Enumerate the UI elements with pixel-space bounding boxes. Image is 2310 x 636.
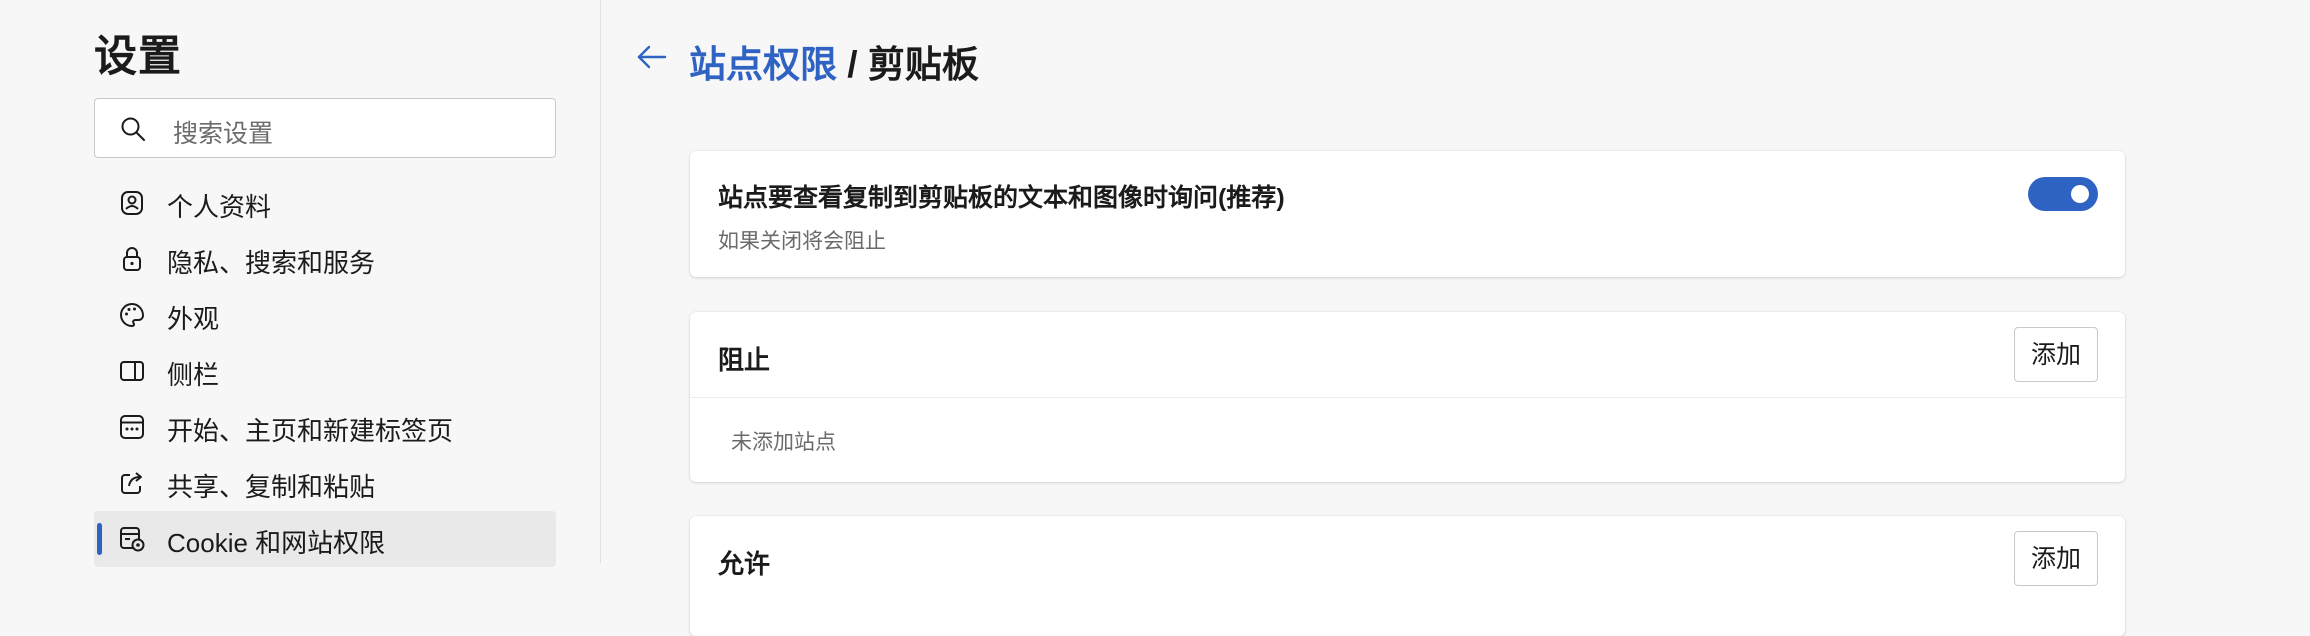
sidebar-item-sidebar[interactable]: 侧栏	[94, 343, 556, 399]
block-list-header: 阻止 添加	[690, 312, 2125, 398]
sidebar-item-label: Cookie 和网站权限	[167, 528, 386, 558]
main-content: 站点权限 / 剪贴板 站点要查看复制到剪贴板的文本和图像时询问(推荐) 如果关闭…	[601, 0, 2310, 636]
sidebar-item-label: 侧栏	[167, 360, 220, 390]
sidebar-item-privacy[interactable]: 隐私、搜索和服务	[94, 231, 556, 287]
breadcrumb-separator: /	[837, 44, 868, 85]
settings-sidebar: 设置 搜索设置 个人资料 隐私、搜索和服务 外观 侧栏 开始、主页和新建标签页 …	[0, 0, 601, 567]
sidebar-item-label: 隐私、搜索和服务	[167, 248, 376, 278]
sidebar-item-start-page[interactable]: 开始、主页和新建标签页	[94, 399, 556, 455]
block-empty-text: 未添加站点	[731, 431, 836, 454]
profile-icon	[121, 191, 143, 215]
search-icon	[121, 117, 145, 141]
block-section-title: 阻止	[718, 345, 771, 375]
allow-list-card: 允许 添加	[690, 516, 2125, 636]
breadcrumb: 站点权限 / 剪贴板	[689, 34, 979, 88]
sidebar-title: 设置	[94, 33, 182, 81]
settings-nav: 个人资料 隐私、搜索和服务 外观 侧栏 开始、主页和新建标签页 共享、复制和粘贴…	[94, 175, 556, 567]
toggle-knob	[2071, 185, 2089, 203]
sidebar-item-cookies-site-permissions[interactable]: Cookie 和网站权限	[94, 511, 556, 567]
site-permissions-icon	[120, 527, 145, 552]
search-input[interactable]: 搜索设置	[94, 98, 556, 158]
sidebar-icon	[120, 361, 144, 381]
block-list-card: 阻止 添加 未添加站点	[690, 312, 2125, 482]
block-add-button[interactable]: 添加	[2014, 327, 2098, 382]
ask-setting-description: 如果关闭将会阻止	[718, 230, 886, 253]
sidebar-item-label: 共享、复制和粘贴	[167, 472, 376, 502]
lock-icon	[123, 247, 141, 271]
ask-setting-title: 站点要查看复制到剪贴板的文本和图像时询问(推荐)	[718, 184, 1285, 212]
sidebar-item-profile[interactable]: 个人资料	[94, 175, 556, 231]
ask-toggle[interactable]	[2028, 177, 2098, 211]
palette-icon	[120, 302, 145, 328]
share-icon	[121, 472, 142, 494]
start-page-icon	[120, 415, 144, 439]
breadcrumb-link-site-permissions[interactable]: 站点权限	[689, 44, 837, 85]
sidebar-item-appearance[interactable]: 外观	[94, 287, 556, 343]
sidebar-item-label: 外观	[167, 304, 220, 334]
allow-add-button[interactable]: 添加	[2014, 531, 2098, 586]
sidebar-item-label: 开始、主页和新建标签页	[167, 416, 454, 446]
sidebar-item-label: 个人资料	[167, 192, 272, 222]
page-title: 剪贴板	[867, 44, 979, 85]
ask-before-access-card: 站点要查看复制到剪贴板的文本和图像时询问(推荐) 如果关闭将会阻止	[690, 151, 2125, 277]
search-placeholder: 搜索设置	[173, 120, 274, 148]
back-arrow-icon[interactable]	[635, 40, 669, 74]
sidebar-item-share-copy-paste[interactable]: 共享、复制和粘贴	[94, 455, 556, 511]
